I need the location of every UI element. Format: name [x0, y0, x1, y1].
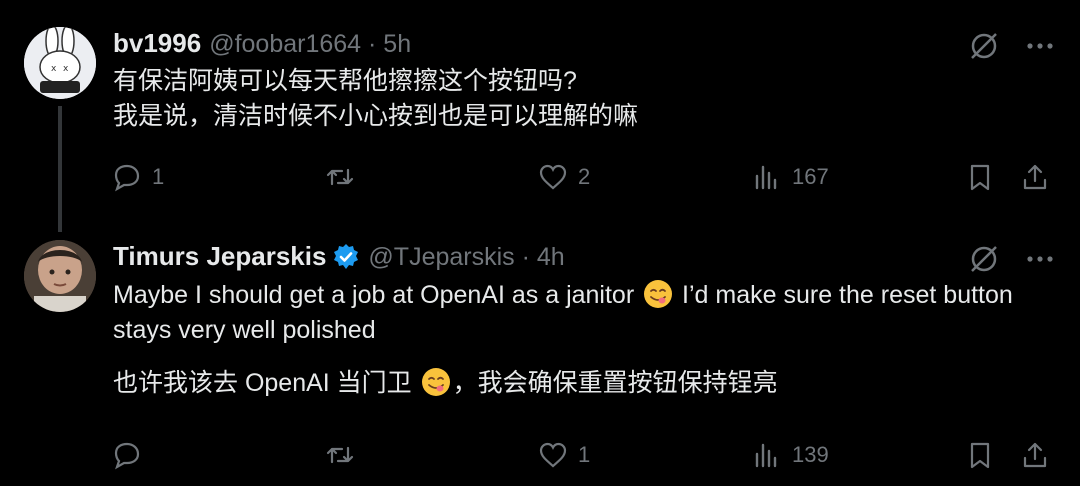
- bar-chart-icon: [752, 440, 782, 470]
- action-bar: 1 2 167: [0, 162, 1080, 198]
- heart-icon: [538, 162, 568, 192]
- tweet-text: 有保洁阿姨可以每天帮他擦擦这个按钮吗? 我是说，清洁时候不小心按到也是可以理解的…: [113, 64, 638, 134]
- views-count: 139: [792, 442, 829, 467]
- bookmark-button[interactable]: [965, 162, 995, 192]
- tweet-text-zh-part-1: 也许我该去 OpenAI 当门卫: [113, 369, 412, 397]
- more-dots-icon[interactable]: [1024, 30, 1056, 62]
- author-name[interactable]: bv1996: [113, 28, 201, 59]
- tweet-top-icons: [968, 30, 1056, 62]
- bar-chart-icon: [752, 162, 782, 192]
- bookmark-button[interactable]: [965, 440, 995, 470]
- svg-text:x: x: [63, 64, 69, 74]
- bookmark-icon: [965, 162, 995, 192]
- like-button[interactable]: 1: [538, 440, 590, 470]
- like-button[interactable]: 2: [538, 162, 590, 192]
- reply-bubble-icon: [112, 162, 142, 192]
- tweet-text-zh-part-2: ，我会确保重置按钮保持锃亮: [452, 369, 778, 397]
- tweet-2[interactable]: Timurs Jeparskis @TJeparskis · 4h Maybe …: [0, 236, 1080, 486]
- tweet-text-english: Maybe I should get a job at OpenAI as a …: [113, 278, 1053, 348]
- retweet-icon: [325, 162, 355, 192]
- reply-button[interactable]: [112, 440, 152, 470]
- more-dots-icon[interactable]: [1024, 243, 1056, 275]
- retweet-icon: [325, 440, 355, 470]
- no-entry-circle-icon[interactable]: [968, 30, 1000, 62]
- avatar[interactable]: x x: [24, 27, 96, 99]
- tweet-header: bv1996 @foobar1664 · 5h: [113, 28, 411, 59]
- action-bar: 1 139: [0, 440, 1080, 476]
- like-count: 2: [578, 164, 591, 189]
- heart-icon: [538, 440, 568, 470]
- no-entry-circle-icon[interactable]: [968, 243, 1000, 275]
- svg-text:x: x: [51, 64, 57, 74]
- share-upload-icon: [1020, 162, 1050, 192]
- bookmark-icon: [965, 440, 995, 470]
- share-button[interactable]: [1020, 162, 1050, 192]
- tweet-text-en-part-1: Maybe I should get a job at OpenAI as a …: [113, 281, 635, 309]
- reply-button[interactable]: 1: [112, 162, 164, 192]
- views-button[interactable]: 167: [752, 162, 829, 192]
- author-handle[interactable]: @foobar1664 · 5h: [209, 30, 411, 59]
- share-upload-icon: [1020, 440, 1050, 470]
- savoring-food-emoji: [643, 279, 673, 309]
- like-count: 1: [578, 442, 591, 467]
- tweet-text-chinese: 也许我该去 OpenAI 当门卫 ，我会确保重置按钮保持锃亮: [113, 366, 778, 401]
- savoring-food-emoji: [421, 367, 451, 397]
- author-handle[interactable]: @TJeparskis · 4h: [368, 243, 564, 272]
- verified-badge-icon: [332, 243, 360, 271]
- retweet-button[interactable]: [325, 162, 365, 192]
- author-name[interactable]: Timurs Jeparskis: [113, 241, 326, 272]
- tweet-top-icons: [968, 243, 1056, 275]
- avatar[interactable]: [24, 240, 96, 312]
- tweet-text-line-1: 有保洁阿姨可以每天帮他擦擦这个按钮吗?: [113, 67, 577, 95]
- retweet-button[interactable]: [325, 440, 365, 470]
- reply-count: 1: [152, 164, 165, 189]
- tweet-header: Timurs Jeparskis @TJeparskis · 4h: [113, 241, 565, 272]
- share-button[interactable]: [1020, 440, 1050, 470]
- views-button[interactable]: 139: [752, 440, 829, 470]
- reply-bubble-icon: [112, 440, 142, 470]
- views-count: 167: [792, 164, 829, 189]
- tweet-1[interactable]: x x bv1996 @foobar1664 · 5h 有保洁阿姨可以每天帮他擦…: [0, 0, 1080, 236]
- tweet-text-line-2: 我是说，清洁时候不小心按到也是可以理解的嘛: [113, 102, 639, 130]
